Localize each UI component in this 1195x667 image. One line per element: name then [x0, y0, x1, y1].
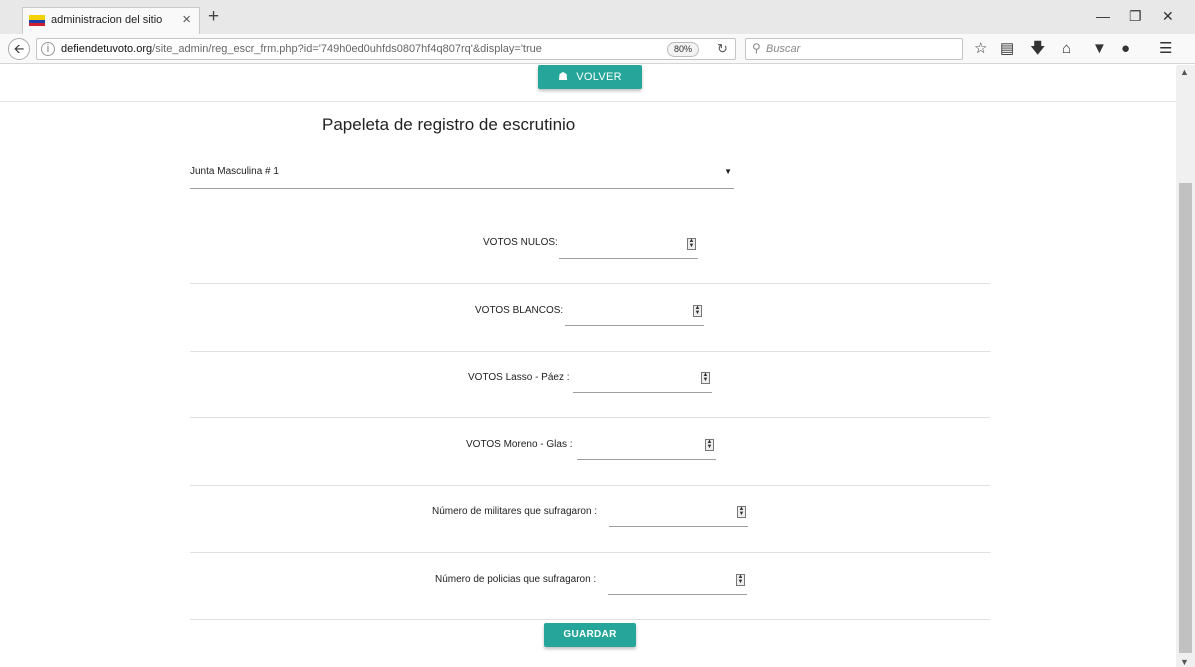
militares-input[interactable]: ▲ ▼: [609, 505, 748, 527]
url-domain: defiendetuvoto.org: [61, 43, 153, 55]
junta-select-value: Junta Masculina # 1: [190, 166, 279, 177]
restore-icon[interactable]: ❐: [1129, 7, 1142, 25]
votos-moreno-glas-label: VOTOS Moreno - Glas :: [466, 439, 573, 450]
divider: [190, 417, 990, 418]
header-divider: [0, 101, 1176, 102]
minimize-icon[interactable]: —: [1096, 7, 1110, 25]
search-bar[interactable]: ⚲ Buscar: [745, 38, 963, 60]
tab-strip: administracion del sitio × + — ❐ ✕: [0, 0, 1195, 34]
divider: [190, 351, 990, 352]
votos-nulos-label: VOTOS NULOS:: [483, 237, 558, 248]
reload-icon[interactable]: ↻: [717, 41, 728, 57]
info-icon[interactable]: i: [41, 42, 55, 56]
url-path: /site_admin/reg_escr_frm.php?id='749h0ed…: [152, 43, 542, 55]
votos-moreno-glas-input[interactable]: ▲ ▼: [577, 438, 716, 460]
spinner-icon[interactable]: ▲ ▼: [687, 238, 696, 250]
url-text: defiendetuvoto.org/site_admin/reg_escr_f…: [61, 43, 542, 55]
window-close-icon[interactable]: ✕: [1162, 7, 1174, 25]
home-icon: ☗: [558, 71, 569, 83]
spinner-icon[interactable]: ▲ ▼: [705, 439, 714, 451]
search-icon: ⚲: [752, 41, 761, 55]
new-tab-button[interactable]: +: [208, 6, 219, 28]
spinner-icon[interactable]: ▲ ▼: [736, 574, 745, 586]
tab-title: administracion del sitio: [51, 14, 163, 26]
spinner-icon[interactable]: ▲ ▼: [737, 506, 746, 518]
search-placeholder: Buscar: [766, 43, 801, 55]
votos-blancos-label: VOTOS BLANCOS:: [475, 305, 564, 316]
page-content: ☗ VOLVER Papeleta de registro de escrutin…: [0, 65, 1176, 667]
votos-nulos-input[interactable]: ▲ ▼: [559, 237, 698, 259]
votos-blancos-input[interactable]: ▲ ▼: [565, 304, 704, 326]
navigation-bar: 🡨 i defiendetuvoto.org/site_admin/reg_es…: [0, 34, 1195, 64]
menu-icon[interactable]: ☰: [1159, 41, 1172, 57]
volver-label: VOLVER: [576, 71, 622, 83]
divider: [190, 619, 990, 620]
volver-button[interactable]: ☗ VOLVER: [538, 65, 642, 89]
spinner-icon[interactable]: ▲ ▼: [693, 305, 702, 317]
bookmark-star-icon[interactable]: ☆: [974, 41, 987, 57]
tab-close-icon[interactable]: ×: [182, 11, 191, 29]
address-bar[interactable]: i defiendetuvoto.org/site_admin/reg_escr…: [36, 38, 736, 60]
browser-window: administracion del sitio × + — ❐ ✕ 🡨 i d…: [0, 0, 1195, 667]
scroll-up-icon[interactable]: ▲: [1180, 67, 1189, 77]
download-icon[interactable]: 🡇: [1030, 41, 1045, 57]
tab-active[interactable]: administracion del sitio ×: [22, 7, 200, 34]
divider: [190, 552, 990, 553]
militares-label: Número de militares que sufragaron :: [432, 506, 598, 517]
home-icon[interactable]: ⌂: [1062, 41, 1071, 57]
extension-icon[interactable]: ●: [1121, 41, 1130, 57]
caret-down-icon: ▼: [724, 167, 732, 176]
pocket-icon[interactable]: ▼: [1092, 41, 1107, 57]
back-arrow-icon[interactable]: 🡨: [8, 38, 30, 60]
scrollbar-thumb[interactable]: [1179, 183, 1192, 653]
scroll-down-icon[interactable]: ▼: [1180, 657, 1189, 667]
page-title: Papeleta de registro de escrutinio: [322, 115, 576, 134]
divider: [190, 485, 990, 486]
policias-input[interactable]: ▲ ▼: [608, 573, 747, 595]
divider: [190, 283, 990, 284]
votos-lasso-paez-input[interactable]: ▲ ▼: [573, 371, 712, 393]
spinner-icon[interactable]: ▲ ▼: [701, 372, 710, 384]
guardar-button[interactable]: GUARDAR: [544, 623, 636, 647]
vertical-scrollbar[interactable]: ▲ ▼: [1176, 65, 1195, 667]
flag-favicon-icon: [29, 15, 45, 26]
zoom-indicator[interactable]: 80%: [667, 42, 699, 57]
votos-lasso-paez-label: VOTOS Lasso - Páez :: [468, 372, 570, 383]
reading-list-icon[interactable]: ▤: [1000, 41, 1014, 57]
policias-label: Número de policias que sufragaron :: [435, 574, 597, 585]
junta-select[interactable]: Junta Masculina # 1 ▼: [190, 162, 734, 189]
